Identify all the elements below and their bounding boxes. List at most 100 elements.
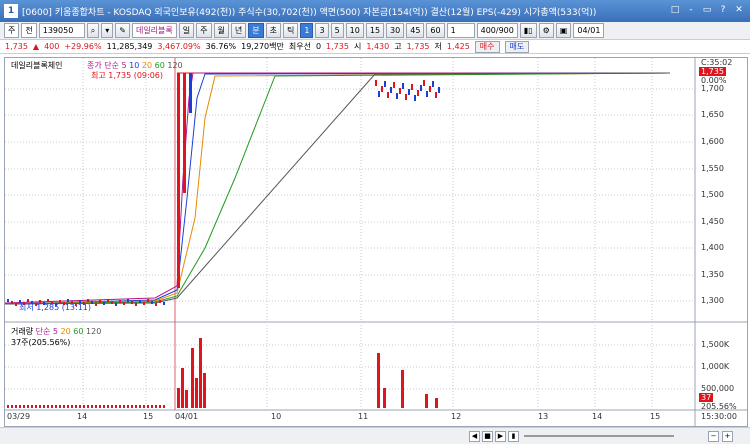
minimize-icon[interactable]: - (684, 3, 698, 18)
legend-item: 120 (86, 327, 102, 336)
period-day[interactable]: 일 (178, 23, 195, 38)
zoom-out-icon[interactable]: − (708, 431, 719, 442)
volume-bar (191, 348, 194, 408)
volume-bar (147, 405, 149, 408)
x-tick: 15 (650, 412, 661, 421)
volume-bar (377, 353, 380, 408)
volume-bar (119, 405, 121, 408)
price-info-bar: 1,735 ▲ 400 +29.96% 11,285,349 3,467.09%… (0, 40, 750, 54)
candle (95, 303, 97, 306)
volume-title[interactable]: 거래량 (11, 327, 33, 336)
date-input[interactable]: 04/01 (573, 23, 605, 38)
period-second[interactable]: 초 (265, 23, 282, 38)
volume-bar (51, 405, 53, 408)
legend-item: 5 (52, 327, 59, 336)
current-time-label: C:35:02 (701, 58, 733, 67)
volume-bar (103, 405, 105, 408)
minute-45[interactable]: 45 (406, 23, 425, 38)
volume-bar (195, 378, 198, 408)
low-annotation: 최저 1,285 (13:11) (19, 303, 92, 312)
price-tick: 1,550 (701, 164, 724, 173)
period-tick[interactable]: 틱 (283, 23, 299, 38)
help-icon[interactable]: ? (716, 3, 730, 18)
minute-60[interactable]: 60 (426, 23, 445, 38)
chart-type-icon[interactable]: ▮▯ (519, 23, 537, 38)
volume-bar (95, 405, 97, 408)
ma120-line (4, 72, 671, 305)
period-week[interactable]: 주 (196, 23, 212, 38)
close-icon[interactable]: ✕ (732, 3, 746, 18)
chart-frame[interactable]: 데일리블록체인 종가 단순 5 10 20 60 120 최고 1,735 (0… (4, 57, 748, 427)
search-icon[interactable]: ⌕ (86, 23, 100, 38)
minute-3[interactable]: 3 (315, 23, 329, 38)
count-display[interactable]: 400/900 (476, 23, 518, 38)
volume-bar (127, 405, 129, 408)
trade-amount: 19,270백만 (241, 42, 284, 51)
end-icon[interactable]: ▮ (508, 431, 519, 442)
custom-minute-input[interactable]: 1 (446, 23, 475, 38)
volume-bar (159, 405, 161, 408)
minute-30[interactable]: 30 (386, 23, 405, 38)
volume-bar (107, 405, 109, 408)
volume-bar (111, 405, 113, 408)
legend-item: 60 (154, 61, 165, 70)
candle (151, 301, 153, 304)
volume-bar (47, 405, 49, 408)
zoom-slider[interactable] (524, 435, 674, 437)
volume-bar (7, 405, 9, 408)
period-month[interactable]: 월 (213, 23, 229, 38)
stock-code-input[interactable]: 139050 (38, 23, 85, 38)
zero-value: 0 (315, 42, 322, 51)
minute-10[interactable]: 10 (345, 23, 364, 38)
volume-bar (43, 405, 45, 408)
low-label: 저 (434, 42, 442, 51)
minute-5[interactable]: 5 (330, 23, 344, 38)
candle (15, 303, 17, 306)
zoom-in-icon[interactable]: + (722, 431, 733, 442)
minute-15[interactable]: 15 (365, 23, 385, 38)
candle (119, 300, 121, 303)
candle (107, 299, 109, 302)
candle (438, 87, 440, 93)
stop-icon[interactable]: ■ (482, 431, 493, 442)
save-icon[interactable]: ▣ (555, 23, 572, 38)
volume-bar (55, 405, 57, 408)
market-select[interactable]: 주 (4, 23, 20, 38)
volume-tick: 500,000 (701, 384, 735, 393)
scroll-left-icon[interactable]: ◀ (469, 431, 480, 442)
x-tick: 12 (451, 412, 462, 421)
indicator-name[interactable]: 데일리블록 (131, 23, 177, 38)
dropdown-icon[interactable]: ▾ (101, 23, 114, 38)
scroll-right-icon[interactable]: ▶ (495, 431, 506, 442)
candle (381, 86, 383, 92)
price-tick: 1,600 (701, 137, 724, 146)
legend-item: 20 (141, 61, 153, 70)
maximize-icon[interactable]: ▭ (700, 3, 714, 18)
period-minute[interactable]: 분 (248, 23, 264, 38)
candle (405, 94, 407, 100)
candle (163, 302, 165, 305)
current-price: 1,735 (5, 42, 28, 51)
window-controls: □ - ▭ ? ✕ (668, 3, 746, 18)
volume-bar (139, 405, 141, 408)
candle (420, 85, 422, 91)
buy-button[interactable]: 매수 (474, 40, 500, 53)
volume-bar (383, 388, 386, 408)
legend-item: 120 (167, 61, 183, 70)
restore-icon[interactable]: □ (668, 3, 682, 18)
candle (429, 86, 431, 92)
period-year[interactable]: 년 (230, 23, 247, 38)
sell-button[interactable]: 매도 (504, 40, 530, 53)
settings-icon[interactable]: ⚙ (538, 23, 554, 38)
volume-bar (15, 405, 17, 408)
period-type-select[interactable]: 전 (21, 23, 37, 38)
candle (91, 301, 93, 304)
up-arrow-icon: ▲ (32, 42, 40, 51)
volume-bar (155, 405, 157, 408)
candle (7, 299, 9, 302)
volume-bar (123, 405, 125, 408)
edit-icon[interactable]: ✎ (115, 23, 130, 38)
main-chart-title[interactable]: 데일리블록체인 (11, 61, 63, 70)
minute-1[interactable]: 1 (300, 23, 314, 38)
stock-chart[interactable] (4, 58, 747, 426)
